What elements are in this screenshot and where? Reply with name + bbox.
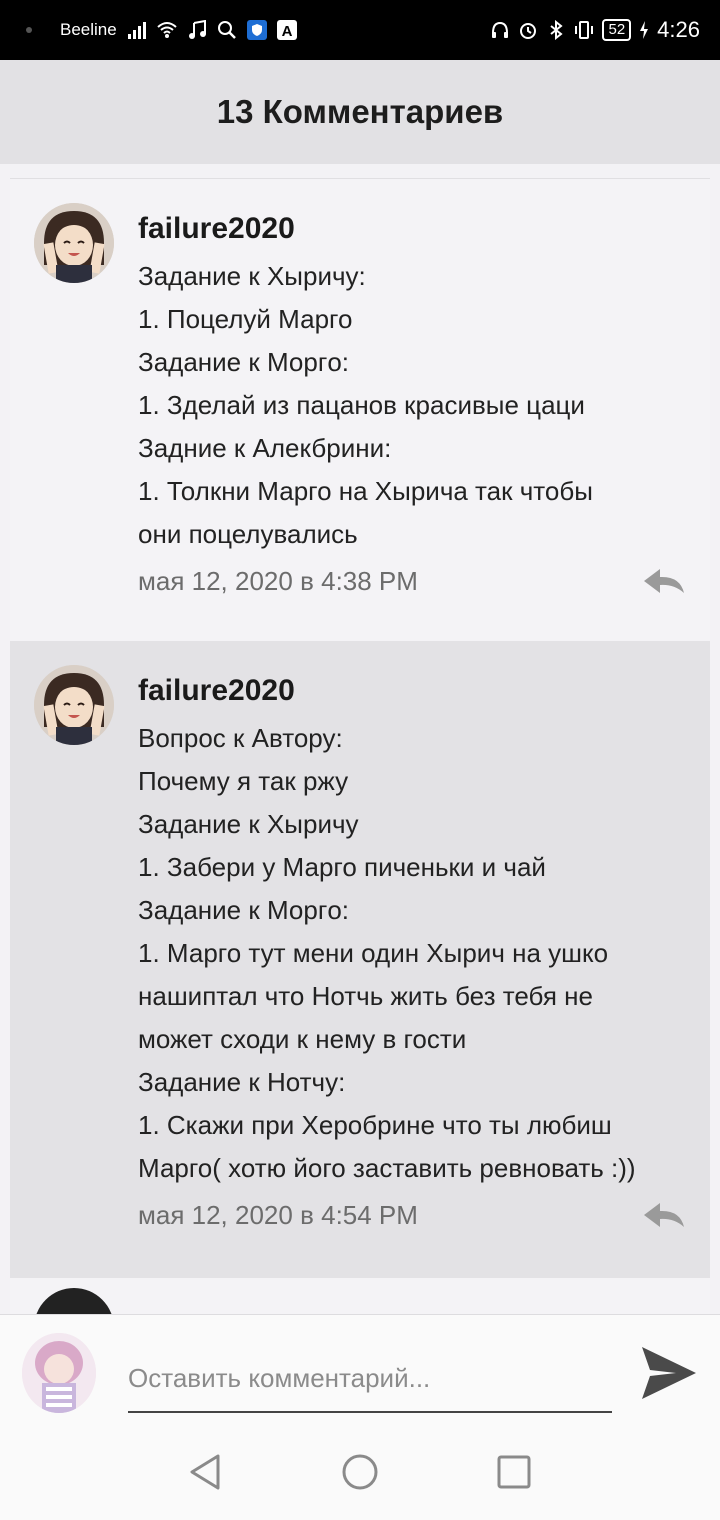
comment-line: Вопрос к Автору: — [138, 723, 343, 753]
battery-level: 52 — [602, 19, 632, 41]
comment-input[interactable] — [128, 1345, 612, 1413]
home-icon[interactable] — [340, 1452, 380, 1492]
comment-line: 1. Поцелуй Марго — [138, 304, 353, 334]
avatar[interactable] — [34, 203, 114, 283]
comment-text: Вопрос к Автору: Почему я так ржу Задани… — [138, 717, 690, 1190]
system-nav-bar — [0, 1426, 720, 1520]
comment-text: Задание к Хыричу: 1. Поцелуй Марго Задан… — [138, 255, 690, 556]
comment-line: Марго( хотю його заставить ревновать :)) — [138, 1153, 636, 1183]
page-title: 13 Комментариев — [216, 93, 504, 130]
recents-icon[interactable] — [494, 1452, 534, 1492]
comment-line: Почему я так ржу — [138, 766, 349, 796]
comment-line: Задание к Хыричу — [138, 809, 359, 839]
comment-composer — [0, 1314, 720, 1426]
comment-line: нашиптал что Нотчь жить без тебя не — [138, 981, 593, 1011]
comment-item — [10, 1278, 710, 1314]
user-avatar[interactable] — [22, 1333, 96, 1413]
comment-line: Задание к Моргo: — [138, 895, 349, 925]
font-icon: A — [276, 20, 297, 40]
headphones-icon — [492, 21, 509, 38]
avatar[interactable] — [34, 1288, 114, 1314]
comment-date: мая 12, 2020 в 4:54 PM — [138, 1200, 418, 1230]
send-icon[interactable] — [640, 1345, 698, 1401]
comment-line: может сходи к нему в гости — [138, 1024, 467, 1054]
comment-author[interactable]: failure2020 — [138, 209, 690, 249]
comment-line: Задание к Нотчу: — [138, 1067, 346, 1097]
comment-line: Задние к Алекбрини: — [138, 433, 392, 463]
comment-author[interactable]: failure2020 — [138, 671, 690, 711]
vibrate-icon — [575, 21, 594, 39]
comment-line: 1. Скажи при Херобрине что ты любиш — [138, 1110, 612, 1140]
comment-item: failure2020 Задание к Хыричу: 1. Поцелуй… — [10, 178, 710, 641]
charging-icon — [640, 21, 649, 39]
notification-dot — [26, 27, 32, 33]
carrier-label: Beeline — [60, 20, 117, 39]
reply-icon[interactable] — [642, 567, 686, 597]
comment-date: мая 12, 2020 в 4:38 PM — [138, 566, 418, 596]
comment-line: Задание к Хыричу: — [138, 261, 366, 291]
bluetooth-icon — [550, 20, 564, 40]
reply-icon[interactable] — [642, 1201, 686, 1231]
comment-line: 1. Толкни Марго на Хырича так чтобы — [138, 476, 593, 506]
comment-line: 1. Зделай из пацанов красивые цаци — [138, 390, 585, 420]
comment-line: они поцелувались — [138, 519, 358, 549]
alarm-icon — [520, 23, 537, 39]
clock: 4:26 — [657, 17, 700, 42]
comment-line: Задание к Моргo: — [138, 347, 349, 377]
comments-list[interactable]: failure2020 Задание к Хыричу: 1. Поцелуй… — [0, 164, 720, 1314]
svg-text:A: A — [281, 23, 292, 40]
avatar[interactable] — [34, 665, 114, 745]
music-icon — [188, 20, 206, 39]
search-icon — [217, 21, 236, 39]
signal-icon — [127, 22, 146, 39]
wifi-icon — [157, 22, 177, 38]
comments-header: 13 Комментариев — [0, 60, 720, 164]
comment-line: 1. Забери у Марго пиченьки и чай — [138, 852, 546, 882]
comment-line: 1. Марго тут мени один Хырич на ушко — [138, 938, 609, 968]
comment-item: failure2020 Вопрос к Автору: Почему я та… — [10, 641, 710, 1278]
status-bar: Beeline A 52 4:26 — [0, 0, 720, 60]
back-icon[interactable] — [186, 1452, 226, 1492]
shield-icon — [246, 20, 267, 40]
